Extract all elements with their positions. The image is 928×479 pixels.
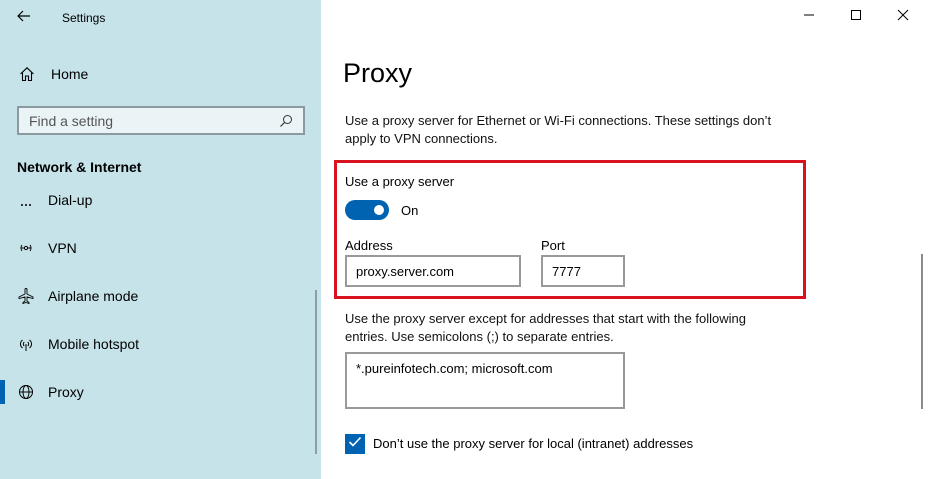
sidebar-item-label: Home <box>51 66 89 82</box>
address-input[interactable] <box>345 255 521 287</box>
section-heading: Network & Internet <box>17 159 142 175</box>
sidebar: Settings Home Network & Internet Dial-up… <box>0 0 321 479</box>
port-label: Port <box>541 238 565 253</box>
search-input[interactable] <box>19 108 275 133</box>
local-addresses-checkbox[interactable] <box>345 434 365 454</box>
sidebar-nav-list: Dial-up VPN Airplane mode Mobile hotspot <box>0 186 316 479</box>
selection-indicator <box>0 380 5 404</box>
back-arrow-icon <box>17 9 31 27</box>
local-addresses-label: Don’t use the proxy server for local (in… <box>373 436 694 451</box>
checkmark-icon <box>348 435 362 453</box>
exceptions-description: Use the proxy server except for addresse… <box>345 311 747 344</box>
sidebar-item-label: Airplane mode <box>48 288 139 304</box>
maximize-icon <box>850 8 862 26</box>
content-scrollbar[interactable] <box>921 254 923 409</box>
sidebar-item-proxy[interactable]: Proxy <box>0 372 316 412</box>
proxy-description: Use a proxy server for Ethernet or Wi-Fi… <box>345 113 772 146</box>
home-icon <box>18 65 36 83</box>
dialup-icon <box>17 191 35 209</box>
minimize-button[interactable] <box>786 0 832 34</box>
sidebar-item-label: VPN <box>48 240 77 256</box>
sidebar-item-airplane-mode[interactable]: Airplane mode <box>0 276 316 316</box>
sidebar-item-dialup[interactable]: Dial-up <box>0 186 316 220</box>
close-button[interactable] <box>880 0 926 34</box>
toggle-knob <box>374 205 384 215</box>
toggle-state-label: On <box>401 203 419 218</box>
port-input[interactable] <box>541 255 625 287</box>
globe-icon <box>17 383 35 401</box>
sidebar-item-label: Dial-up <box>48 192 93 208</box>
titlebar-left: Settings <box>0 0 321 36</box>
airplane-icon <box>17 287 35 305</box>
sidebar-item-label: Mobile hotspot <box>48 336 140 352</box>
use-proxy-label: Use a proxy server <box>345 174 455 189</box>
main-content: Proxy Use a proxy server for Ethernet or… <box>321 0 928 479</box>
sidebar-item-mobile-hotspot[interactable]: Mobile hotspot <box>0 324 316 364</box>
maximize-button[interactable] <box>833 0 879 34</box>
close-icon <box>897 8 909 26</box>
address-label: Address <box>345 238 393 253</box>
page-title: Proxy <box>343 58 413 88</box>
app-title: Settings <box>62 11 106 25</box>
vpn-icon <box>17 239 35 257</box>
search-box[interactable] <box>17 106 305 135</box>
use-proxy-toggle[interactable] <box>345 200 389 220</box>
sidebar-scrollbar[interactable] <box>315 290 317 454</box>
back-button[interactable] <box>8 4 40 32</box>
search-icon[interactable] <box>275 110 297 132</box>
sidebar-item-vpn[interactable]: VPN <box>0 228 316 268</box>
exceptions-input[interactable]: *.pureinfotech.com; microsoft.com <box>345 352 625 409</box>
sidebar-item-home[interactable]: Home <box>0 58 321 90</box>
sidebar-item-label: Proxy <box>48 384 84 400</box>
hotspot-icon <box>17 335 35 353</box>
minimize-icon <box>803 8 815 26</box>
